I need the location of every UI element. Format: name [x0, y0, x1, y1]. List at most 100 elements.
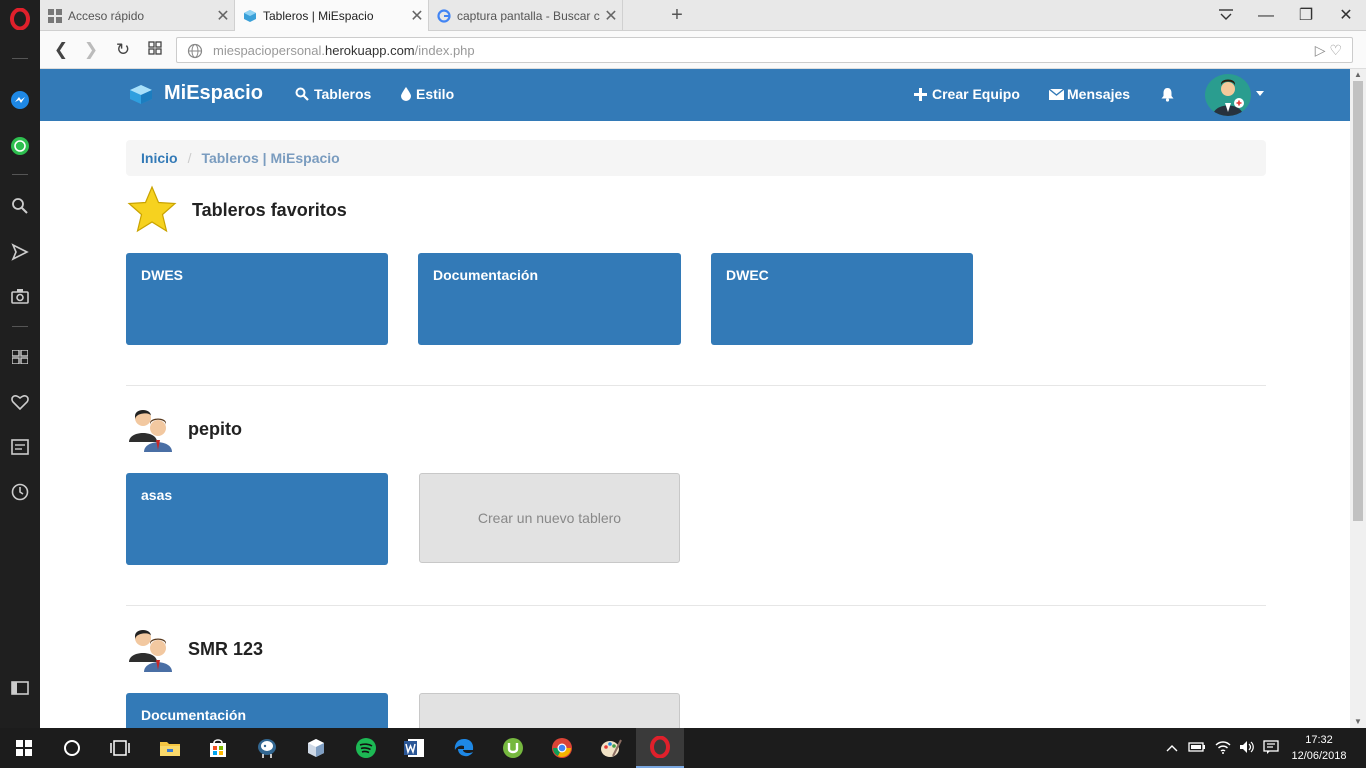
brand-name: MiEspacio: [164, 82, 263, 104]
breadcrumb-current: Tableros | MiEspacio: [201, 150, 340, 166]
camera-icon[interactable]: [8, 284, 32, 308]
clock-date: 12/06/2018: [1291, 750, 1347, 762]
pgadmin-icon[interactable]: [243, 728, 291, 768]
opera-sidebar: [0, 0, 40, 728]
globe-icon: [187, 43, 203, 62]
send-icon[interactable]: [8, 240, 32, 264]
page-viewport: MiEspacio Tableros Estilo Crear Equipo M…: [40, 69, 1350, 728]
envelope-icon: [1049, 88, 1064, 100]
nav-tableros[interactable]: Tableros: [295, 86, 371, 102]
scroll-down-icon[interactable]: ▼: [1350, 716, 1366, 728]
grid-icon: [48, 8, 62, 23]
nav-tableros-label: Tableros: [314, 86, 372, 102]
scroll-up-icon[interactable]: ▲: [1350, 69, 1366, 81]
opera-menu-icon[interactable]: [8, 7, 32, 31]
whatsapp-icon[interactable]: [8, 134, 32, 158]
close-icon[interactable]: ✕: [212, 6, 234, 26]
close-window-button[interactable]: ✕: [1326, 4, 1366, 28]
edge-icon[interactable]: [440, 728, 488, 768]
minimize-button[interactable]: —: [1246, 4, 1286, 28]
spotify-icon[interactable]: [342, 728, 390, 768]
bell-icon[interactable]: [1161, 87, 1174, 102]
breadcrumb-home[interactable]: Inicio: [141, 150, 178, 166]
forward-button[interactable]: ❯: [80, 39, 102, 61]
history-icon[interactable]: [8, 480, 32, 504]
wifi-icon[interactable]: [1215, 740, 1231, 757]
cube-icon: [243, 9, 257, 23]
tab-captura[interactable]: captura pantalla - Buscar c ✕: [429, 0, 623, 31]
windows-start-icon[interactable]: [0, 728, 48, 768]
drop-icon: [401, 87, 411, 101]
nav-mensajes-label: Mensajes: [1067, 86, 1131, 102]
page-scrollbar[interactable]: ▲ ▼: [1350, 69, 1366, 728]
nav-estilo-label: Estilo: [416, 86, 455, 102]
system-tray: [1166, 728, 1279, 768]
google-icon: [437, 8, 451, 23]
task-view-icon[interactable]: [96, 728, 144, 768]
url-domain: herokuapp.com: [325, 42, 415, 58]
create-board-button[interactable]: [419, 693, 680, 728]
chevron-up-icon[interactable]: [1166, 741, 1178, 755]
team-users-icon: [126, 406, 176, 452]
search-icon[interactable]: [8, 194, 32, 218]
board-card[interactable]: Documentación: [418, 253, 681, 345]
tab-acceso-rapido[interactable]: Acceso rápido ✕: [40, 0, 235, 31]
avatar[interactable]: [1205, 74, 1251, 116]
sidebar-toggle-icon[interactable]: [8, 676, 32, 700]
board-title: Documentación: [433, 267, 539, 283]
close-icon[interactable]: ✕: [600, 6, 622, 26]
tab-menu-icon[interactable]: [1206, 4, 1246, 28]
board-card[interactable]: DWES: [126, 253, 388, 345]
nav-mensajes[interactable]: Mensajes: [1049, 86, 1130, 102]
nav-estilo[interactable]: Estilo: [401, 86, 454, 102]
tab-tableros[interactable]: Tableros | MiEspacio ✕: [235, 0, 429, 31]
utorrent-icon[interactable]: [489, 728, 537, 768]
taskbar-clock[interactable]: 17:32 12/06/2018: [1284, 732, 1354, 764]
back-button[interactable]: ❮: [50, 39, 72, 61]
team-header: SMR 123: [126, 626, 263, 672]
plus-icon: [914, 87, 927, 101]
brand-link[interactable]: MiEspacio: [128, 82, 263, 105]
board-card[interactable]: Documentación: [126, 693, 388, 728]
messenger-icon[interactable]: [8, 88, 32, 112]
language-icon[interactable]: [1263, 739, 1279, 757]
news-icon[interactable]: [8, 435, 32, 459]
cortana-icon[interactable]: [48, 728, 96, 768]
chevron-down-icon[interactable]: [1256, 91, 1264, 96]
store-icon[interactable]: [194, 728, 242, 768]
url-prefix: miespaciopersonal.: [213, 42, 326, 58]
send-bookmark-icons[interactable]: ▷ ♡: [1315, 42, 1342, 59]
heart-icon[interactable]: [8, 390, 32, 414]
url-input[interactable]: miespaciopersonal. herokuapp.com/index.ph…: [176, 37, 1353, 63]
file-explorer-icon[interactable]: [146, 728, 194, 768]
opera-taskbar-icon[interactable]: [636, 728, 684, 768]
clock-time: 17:32: [1305, 734, 1333, 746]
tabs-grid-icon[interactable]: [144, 39, 166, 61]
windows-taskbar: 17:32 12/06/2018: [0, 728, 1366, 768]
scroll-thumb[interactable]: [1353, 81, 1363, 521]
close-icon[interactable]: ✕: [406, 6, 428, 26]
tab-strip: Acceso rápido ✕ Tableros | MiEspacio ✕ c…: [40, 0, 1366, 31]
nav-crear-equipo[interactable]: Crear Equipo: [914, 86, 1020, 102]
reload-button[interactable]: ↻: [112, 39, 134, 61]
create-board-button[interactable]: Crear un nuevo tablero: [419, 473, 680, 563]
volume-icon[interactable]: [1239, 740, 1255, 757]
speed-dial-icon[interactable]: [8, 345, 32, 369]
chrome-icon[interactable]: [538, 728, 586, 768]
team-name: SMR 123: [188, 638, 264, 659]
board-title: asas: [141, 487, 173, 503]
tab-title: Tableros | MiEspacio: [263, 8, 374, 23]
cube-logo-icon: [128, 83, 154, 105]
favorites-title: Tableros favoritos: [192, 199, 347, 220]
favorites-header: Tableros favoritos: [126, 185, 347, 235]
restore-button[interactable]: ❐: [1286, 4, 1326, 28]
virtualbox-icon[interactable]: [292, 728, 340, 768]
board-card[interactable]: DWEC: [711, 253, 973, 345]
new-tab-button[interactable]: +: [666, 4, 688, 26]
paint-icon[interactable]: [587, 728, 635, 768]
star-icon: [126, 185, 178, 235]
team-name: pepito: [188, 418, 242, 439]
word-icon[interactable]: [390, 728, 438, 768]
battery-icon[interactable]: [1188, 741, 1206, 756]
board-card[interactable]: asas: [126, 473, 388, 565]
